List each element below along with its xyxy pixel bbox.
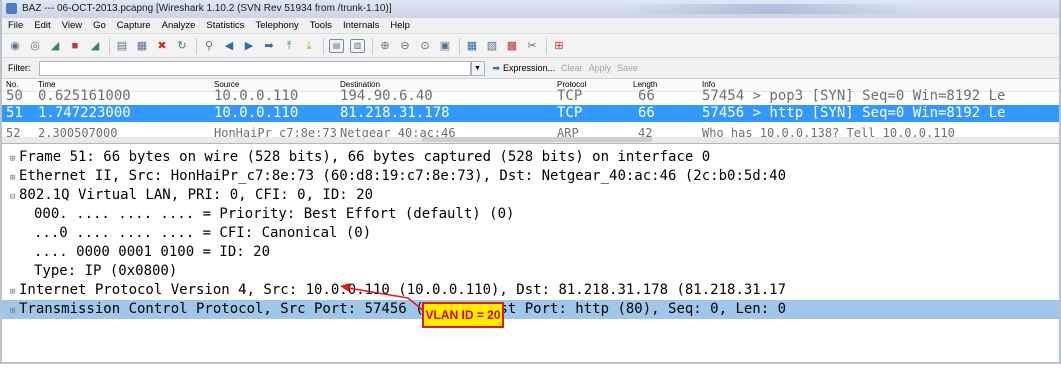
callout-arrow-line [347, 287, 426, 313]
vlan-id-callout: VLAN ID = 20 [422, 302, 504, 328]
callout-arrow [340, 283, 426, 313]
callout-arrow-head [340, 283, 350, 292]
